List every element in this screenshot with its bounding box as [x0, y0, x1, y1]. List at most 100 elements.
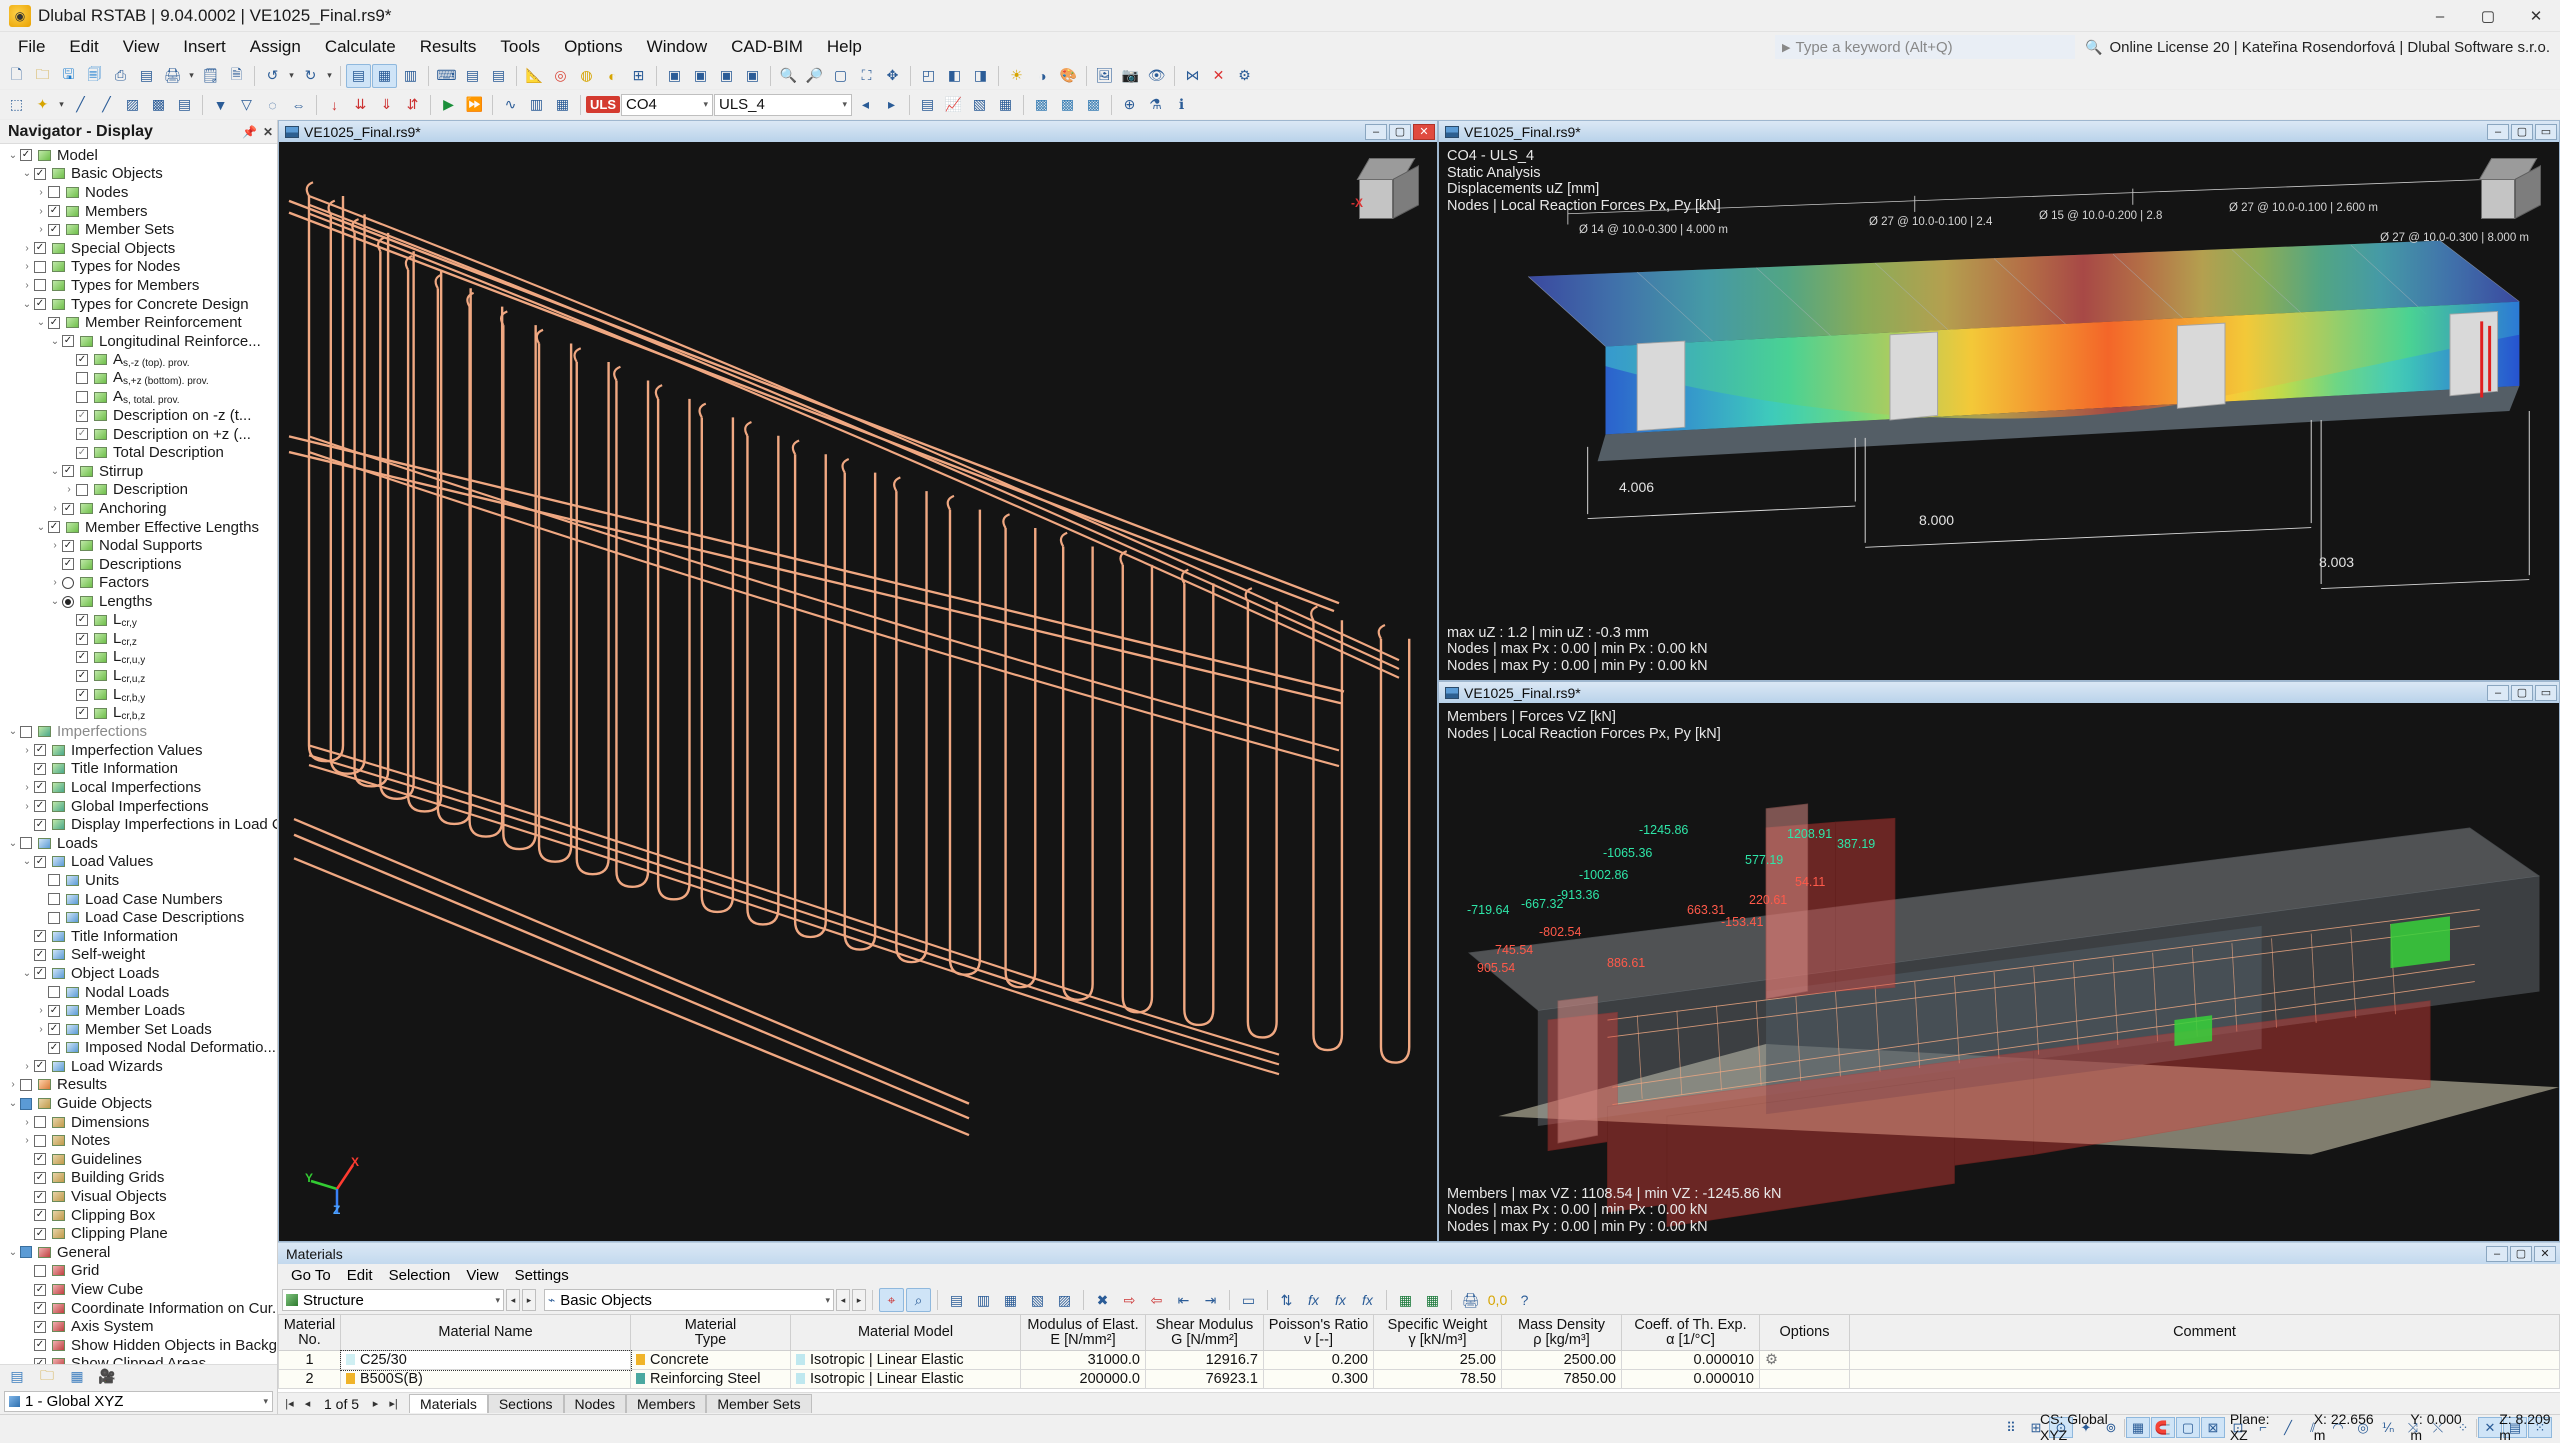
surface-load-icon[interactable]: ⇓: [374, 93, 399, 117]
col-shear-modulus[interactable]: Shear ModulusG [N/mm²]: [1146, 1315, 1264, 1351]
navigator-item-36[interactable]: ✓Display Imperfections in Load C...: [0, 815, 277, 834]
tree-checkbox[interactable]: ✓: [34, 1209, 46, 1221]
view-cube-front-face[interactable]: [1359, 179, 1393, 219]
view-side-icon[interactable]: ▣: [714, 64, 739, 88]
tree-checkbox[interactable]: ✓: [76, 447, 88, 459]
chevron-down-icon[interactable]: ⌄: [6, 1098, 20, 1109]
navigator-item-39[interactable]: Units: [0, 871, 277, 890]
tree-checkbox[interactable]: ✓: [76, 410, 88, 422]
tree-checkbox[interactable]: ✓: [62, 335, 74, 347]
tree-checkbox[interactable]: [48, 912, 60, 924]
chevron-down-icon[interactable]: ⌄: [34, 317, 48, 328]
cell-shear-modulus[interactable]: 76923.1: [1146, 1370, 1264, 1389]
lc-prev-icon[interactable]: ◂: [853, 93, 878, 117]
chevron-down-icon[interactable]: ⌄: [48, 466, 62, 477]
tree-checkbox[interactable]: ✓: [62, 503, 74, 515]
objects-prev-button[interactable]: ◂: [836, 1289, 850, 1311]
camera-icon[interactable]: 📷: [1118, 64, 1143, 88]
parallel-icon[interactable]: ⫽: [2301, 1417, 2325, 1438]
prev-page-button[interactable]: ◂: [300, 1396, 315, 1412]
navigator-item-5[interactable]: ›✓Special Objects: [0, 239, 277, 258]
chevron-right-icon[interactable]: ›: [34, 224, 48, 235]
materials-table-wrap[interactable]: MaterialNo. Material Name MaterialType M…: [278, 1314, 2560, 1392]
tree-checkbox[interactable]: ✓: [76, 428, 88, 440]
navigator-item-17[interactable]: ⌄✓Stirrup: [0, 462, 277, 481]
cell-material-name[interactable]: B500S(B): [341, 1370, 631, 1389]
tree-checkbox[interactable]: ✓: [62, 465, 74, 477]
viewport-minimize-button[interactable]: –: [2487, 124, 2509, 140]
navigator-item-12[interactable]: As,+z (bottom). prov.: [0, 369, 277, 388]
tree-checkbox[interactable]: ✓: [34, 744, 46, 756]
materials-menu-goto[interactable]: Go To: [284, 1265, 338, 1286]
tree-checkbox[interactable]: [48, 893, 60, 905]
viewport-maximize-button[interactable]: ▢: [2511, 124, 2533, 140]
tree-checkbox[interactable]: ✓: [76, 670, 88, 682]
tree-radio[interactable]: [62, 577, 74, 589]
tree-checkbox[interactable]: [48, 874, 60, 886]
load-case-name-combo[interactable]: ULS_4 ▾: [714, 94, 852, 116]
data-panel-icon[interactable]: ▥: [398, 64, 423, 88]
col-options[interactable]: Options: [1760, 1315, 1850, 1351]
navigator-item-30[interactable]: ✓Lcr,b,z: [0, 704, 277, 723]
insert-row-icon[interactable]: ▦: [998, 1288, 1023, 1312]
nodal-support-icon[interactable]: ▼: [208, 93, 233, 117]
clear-table-icon[interactable]: ✖: [1090, 1288, 1115, 1312]
navigator-item-51[interactable]: ⌄Guide Objects: [0, 1094, 277, 1113]
visibility-icon[interactable]: 👁: [1144, 64, 1169, 88]
calculate-all-icon[interactable]: ⏩: [462, 93, 487, 117]
navigator-item-21[interactable]: ›✓Nodal Supports: [0, 536, 277, 555]
chevron-right-icon[interactable]: ›: [48, 540, 62, 551]
tree-checkbox[interactable]: ✓: [34, 856, 46, 868]
fraction-snap-icon[interactable]: ⅟ₙ: [2376, 1417, 2400, 1438]
menu-edit[interactable]: Edit: [57, 33, 110, 61]
cell-specific-weight[interactable]: 78.50: [1374, 1370, 1502, 1389]
viewport-restore-button[interactable]: ▭: [2535, 685, 2557, 701]
color-icon[interactable]: 🎨: [1056, 64, 1081, 88]
chevron-right-icon[interactable]: ›: [20, 243, 34, 254]
navigator-item-6[interactable]: ›Types for Nodes: [0, 258, 277, 277]
navigator-item-47[interactable]: ›✓Member Set Loads: [0, 1020, 277, 1039]
col-specific-weight[interactable]: Specific Weightγ [kN/m³]: [1374, 1315, 1502, 1351]
add-on-icon[interactable]: ⊕: [1117, 93, 1142, 117]
tree-checkbox[interactable]: [48, 186, 60, 198]
results-forces-icon[interactable]: ▥: [524, 93, 549, 117]
viewport-left[interactable]: VE1025_Final.rs9* – ▢ ✕: [278, 120, 1438, 1242]
navigator-panel-icon[interactable]: ▤: [346, 64, 371, 88]
viewport-maximize-button[interactable]: ▢: [1389, 124, 1411, 140]
print-table-icon[interactable]: 🖨: [1458, 1288, 1483, 1312]
tree-checkbox[interactable]: ✓: [34, 242, 46, 254]
zoom-out-icon[interactable]: 🔎: [802, 64, 827, 88]
maximize-button[interactable]: ▢: [2464, 0, 2512, 32]
result-table-icon[interactable]: ▦: [993, 93, 1018, 117]
excel-import-icon[interactable]: ▦: [1420, 1288, 1445, 1312]
menu-tools[interactable]: Tools: [488, 33, 552, 61]
navigator-item-57[interactable]: ✓Clipping Box: [0, 1206, 277, 1225]
tree-checkbox[interactable]: ✓: [34, 930, 46, 942]
print-dropdown-icon[interactable]: ▾: [186, 70, 197, 81]
navigator-item-13[interactable]: As, total. prov.: [0, 388, 277, 407]
export-icon[interactable]: ⇨: [1117, 1288, 1142, 1312]
materials-menu-edit[interactable]: Edit: [340, 1265, 380, 1286]
navigator-item-46[interactable]: ›✓Member Loads: [0, 1001, 277, 1020]
tree-checkbox[interactable]: [76, 391, 88, 403]
function-settings-icon[interactable]: fx: [1355, 1288, 1380, 1312]
tree-checkbox[interactable]: ✓: [34, 1191, 46, 1203]
col-modulus-elast[interactable]: Modulus of Elast.E [N/mm²]: [1021, 1315, 1146, 1351]
chevron-right-icon[interactable]: ›: [20, 782, 34, 793]
graphic-print-icon[interactable]: 🖼: [1092, 64, 1117, 88]
tab-sections[interactable]: Sections: [488, 1394, 564, 1413]
menu-help[interactable]: Help: [815, 33, 874, 61]
pan-icon[interactable]: ✥: [880, 64, 905, 88]
viewport-bottom-right[interactable]: VE1025_Final.rs9* – ▢ ▭ Members | Forces…: [1438, 681, 2560, 1242]
import-icon[interactable]: ⎙: [108, 64, 133, 88]
tree-checkbox[interactable]: ✓: [48, 224, 60, 236]
undo-icon[interactable]: ↺: [260, 64, 285, 88]
gear-icon[interactable]: ⚙: [1765, 1352, 1778, 1368]
units-icon[interactable]: 0,0: [1485, 1288, 1510, 1312]
chevron-right-icon[interactable]: ›: [20, 280, 34, 291]
materials-minimize-button[interactable]: –: [2486, 1246, 2508, 1262]
navigator-item-8[interactable]: ⌄✓Types for Concrete Design: [0, 295, 277, 314]
tree-checkbox[interactable]: [34, 1116, 46, 1128]
tree-checkbox[interactable]: ✓: [34, 1228, 46, 1240]
render-wireframe-icon[interactable]: ◰: [916, 64, 941, 88]
